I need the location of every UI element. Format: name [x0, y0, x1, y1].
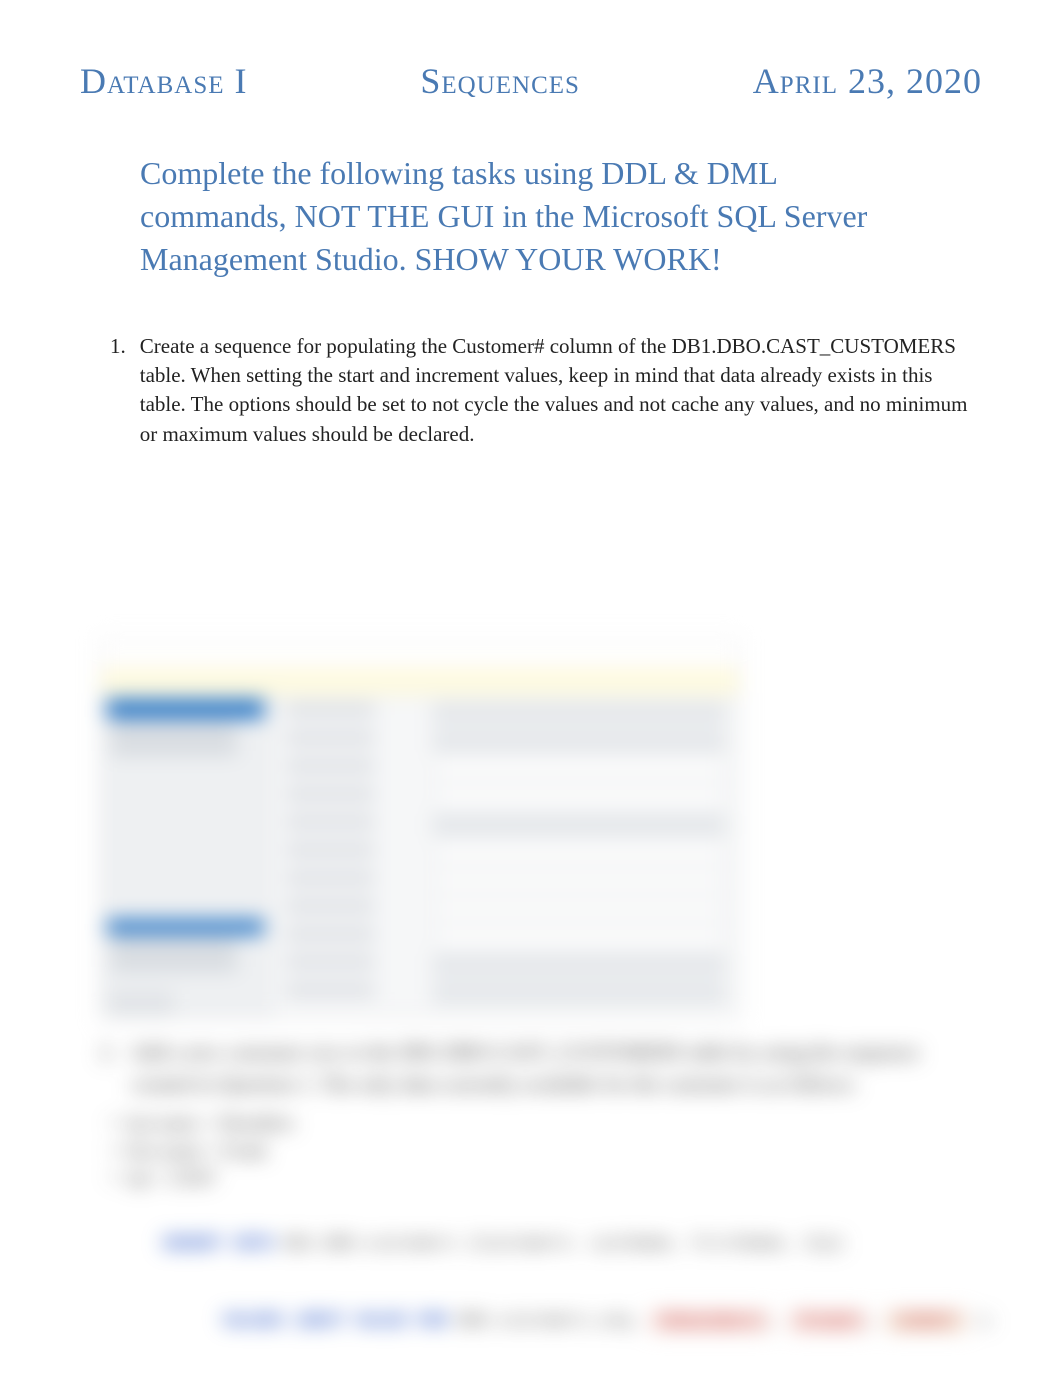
form-label — [285, 788, 375, 800]
sidebar-item — [111, 940, 237, 952]
sql-code-line-2: VALUES (NEXT VALUE FOR DBO.customers_seq… — [100, 1283, 982, 1360]
form-field — [433, 956, 725, 974]
question-2-data-list: • last name = Shoulders • first name = F… — [110, 1110, 982, 1193]
assignment-instructions: Complete the following tasks using DDL &… — [140, 152, 922, 282]
question-text: Create a sequence for populating the Cus… — [140, 332, 972, 450]
sql-code-line-1: INSERT INTO DB1.DBO.customers (Customer#… — [100, 1207, 982, 1284]
dialog-warning-strip — [101, 668, 739, 694]
form-label — [285, 900, 375, 912]
question-text-line: created in Question 1. The only data cur… — [132, 1072, 858, 1096]
question-number: 2. — [100, 1040, 116, 1064]
form-field — [433, 732, 725, 750]
form-label — [285, 760, 375, 772]
sequence-properties-dialog — [100, 639, 740, 1019]
dialog-form — [271, 694, 739, 1018]
list-item: • last name = Shoulders — [110, 1110, 982, 1138]
form-label — [285, 984, 375, 996]
form-field — [433, 704, 725, 722]
form-field — [433, 844, 725, 862]
question-2: 2. Add a new customer row to the DB1.DBO… — [100, 1037, 962, 1100]
dialog-titlebar — [101, 640, 739, 668]
form-label — [285, 872, 375, 884]
question-1: 1. Create a sequence for populating the … — [110, 332, 972, 450]
sidebar-item — [111, 742, 237, 754]
form-label — [285, 956, 375, 968]
header-date: April 23, 2020 — [753, 60, 982, 102]
header-topic: Sequences — [420, 60, 580, 102]
dialog-button — [111, 994, 171, 1012]
form-field — [433, 984, 725, 1002]
page-header: Database I Sequences April 23, 2020 — [80, 60, 982, 102]
sidebar-section — [107, 920, 264, 934]
form-label — [285, 704, 375, 716]
dialog-sidebar — [101, 694, 271, 1018]
form-label — [285, 928, 375, 940]
form-field — [433, 816, 725, 834]
blurred-preview-region: 2. Add a new customer row to the DB1.DBO… — [80, 479, 982, 1360]
sidebar-item — [111, 724, 237, 736]
question-number: 1. — [110, 332, 126, 450]
question-text-line: Add a new customer row to the DB1.DBO.CA… — [130, 1040, 919, 1064]
sidebar-item-general — [107, 700, 264, 718]
form-field — [433, 900, 725, 918]
form-label — [285, 732, 375, 744]
header-course: Database I — [80, 60, 248, 102]
form-field — [433, 928, 725, 946]
dialog-button-row — [111, 994, 171, 1012]
form-label — [285, 816, 375, 828]
list-item: • zip = 23567 — [110, 1165, 982, 1193]
form-label — [285, 844, 375, 856]
form-field — [433, 760, 725, 778]
form-field — [433, 788, 725, 806]
form-field — [433, 872, 725, 890]
list-item: • first name = Frank — [110, 1138, 982, 1166]
sidebar-item — [111, 958, 237, 970]
